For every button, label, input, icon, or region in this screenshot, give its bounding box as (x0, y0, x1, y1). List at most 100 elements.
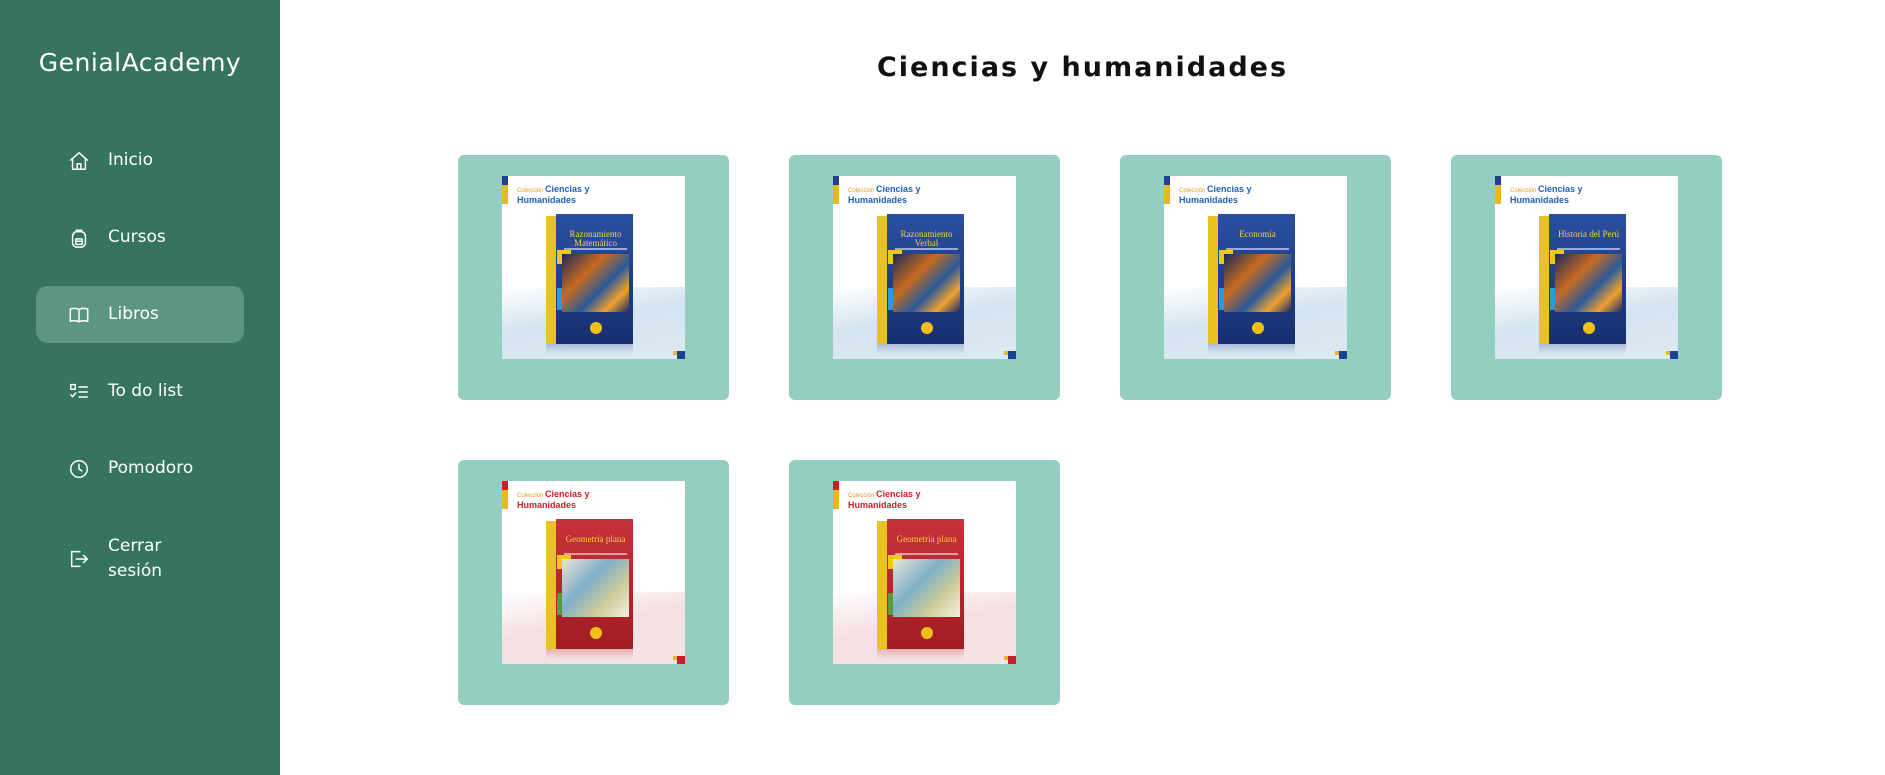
backpack-icon (67, 226, 91, 250)
book-icon (67, 303, 91, 327)
book-reflection (877, 344, 964, 354)
sidebar: GenialAcademy Inicio Cursos Libros To do… (0, 0, 280, 775)
cover-corner-accent (673, 351, 677, 355)
book-series-prefix: Colección (517, 493, 546, 499)
book-series: Colección Ciencias y Humanidades (1179, 185, 1259, 207)
cover-corner (1670, 351, 1678, 359)
sidebar-item-todo[interactable]: To do list (36, 363, 244, 420)
book-cover: Colección Ciencias y Humanidades Economía (1164, 176, 1347, 359)
cover-stripe-top (1164, 176, 1170, 185)
logout-icon (67, 547, 91, 571)
book-cover: Colección Ciencias y Humanidades Razonami… (833, 176, 1016, 359)
cover-stripe-top (1495, 176, 1501, 185)
book-spine (877, 216, 887, 344)
sidebar-item-inicio[interactable]: Inicio (36, 132, 244, 189)
publisher-logo-icon (921, 627, 933, 639)
book-front: Economía (1218, 214, 1295, 344)
cover-corner (1339, 351, 1347, 359)
book-photo (1224, 254, 1291, 312)
book-series: Colección Ciencias y Humanidades (517, 185, 597, 207)
book-reflection (546, 344, 633, 354)
book-card[interactable]: Colección Ciencias y Humanidades Geometrí… (458, 460, 729, 705)
book-reflection (546, 649, 633, 659)
book-photo (893, 559, 960, 617)
book-spine (1539, 216, 1549, 344)
cover-stripe-top (833, 176, 839, 185)
book-reflection (1539, 344, 1626, 354)
sidebar-item-label: Inicio (108, 150, 153, 170)
book-box: Razonamiento Matemático (546, 214, 633, 344)
cover-corner-accent (1666, 351, 1670, 355)
book-box: Geometría plana (877, 519, 964, 649)
book-cover: Colección Ciencias y Humanidades Historia… (1495, 176, 1678, 359)
sidebar-item-logout[interactable]: Cerrar sesión (36, 530, 244, 588)
book-subtitle-line (895, 248, 958, 250)
publisher-logo-icon (921, 322, 933, 334)
book-title: Razonamiento Verbal (900, 229, 953, 248)
cover-stripe-top (502, 481, 508, 490)
home-icon (67, 149, 91, 173)
book-spine (546, 216, 556, 344)
book-subtitle-line (564, 248, 627, 250)
sidebar-item-pomodoro[interactable]: Pomodoro (36, 440, 244, 497)
book-series: Colección Ciencias y Humanidades (1510, 185, 1590, 207)
book-subtitle-line (564, 553, 627, 555)
sidebar-item-cursos[interactable]: Cursos (36, 209, 244, 266)
checklist-icon (67, 380, 91, 404)
cover-corner (1008, 656, 1016, 664)
book-photo (562, 254, 629, 312)
book-photo (1555, 254, 1622, 312)
book-front: Geometría plana (887, 519, 964, 649)
book-front: Historia del Perú (1549, 214, 1626, 344)
clock-icon (67, 457, 91, 481)
sidebar-item-label: Libros (108, 304, 159, 324)
book-spine (546, 521, 556, 649)
sidebar-item-libros[interactable]: Libros (36, 286, 244, 343)
book-box: Economía (1208, 214, 1295, 344)
book-title: Historia del Perú (1558, 229, 1619, 239)
sidebar-item-label: To do list (108, 381, 183, 401)
publisher-logo-icon (1252, 322, 1264, 334)
book-box: Historia del Perú (1539, 214, 1626, 344)
book-title: Razonamiento Matemático (569, 229, 622, 248)
book-front: Razonamiento Verbal (887, 214, 964, 344)
book-subtitle-line (1226, 248, 1289, 250)
cover-corner (677, 351, 685, 359)
book-title: Geometría plana (565, 534, 626, 544)
publisher-logo-icon (590, 322, 602, 334)
book-series-prefix: Colección (848, 493, 877, 499)
publisher-logo-icon (1583, 322, 1595, 334)
book-card[interactable]: Colección Ciencias y Humanidades Geometrí… (789, 460, 1060, 705)
cover-stripe-top (502, 176, 508, 185)
book-photo (562, 559, 629, 617)
book-series: Colección Ciencias y Humanidades (517, 490, 597, 512)
book-title: Economía (1239, 229, 1276, 239)
publisher-logo-icon (590, 627, 602, 639)
book-series-prefix: Colección (517, 188, 546, 194)
book-series: Colección Ciencias y Humanidades (848, 185, 928, 207)
book-cover: Colección Ciencias y Humanidades Geometrí… (502, 481, 685, 664)
book-spine (877, 521, 887, 649)
book-series-prefix: Colección (1510, 188, 1539, 194)
cover-corner (677, 656, 685, 664)
book-front: Razonamiento Matemático (556, 214, 633, 344)
brand-logo[interactable]: GenialAcademy (0, 48, 280, 77)
cover-corner-accent (1335, 351, 1339, 355)
page-title: Ciencias y humanidades (876, 52, 1289, 83)
book-card[interactable]: Colección Ciencias y Humanidades Economía (1120, 155, 1391, 400)
book-card[interactable]: Colección Ciencias y Humanidades Razonami… (789, 155, 1060, 400)
book-cover: Colección Ciencias y Humanidades Razonami… (502, 176, 685, 359)
cover-corner-accent (1004, 351, 1008, 355)
book-cover: Colección Ciencias y Humanidades Geometrí… (833, 481, 1016, 664)
book-spine (1208, 216, 1218, 344)
book-series: Colección Ciencias y Humanidades (848, 490, 928, 512)
book-subtitle-line (1557, 248, 1620, 250)
book-card[interactable]: Colección Ciencias y Humanidades Historia… (1451, 155, 1722, 400)
book-card[interactable]: Colección Ciencias y Humanidades Razonami… (458, 155, 729, 400)
book-series-prefix: Colección (848, 188, 877, 194)
book-front: Geometría plana (556, 519, 633, 649)
sidebar-item-label: Cursos (108, 227, 166, 247)
cover-corner-accent (1004, 656, 1008, 660)
book-reflection (877, 649, 964, 659)
sidebar-item-label: Cerrar sesión (108, 536, 163, 581)
